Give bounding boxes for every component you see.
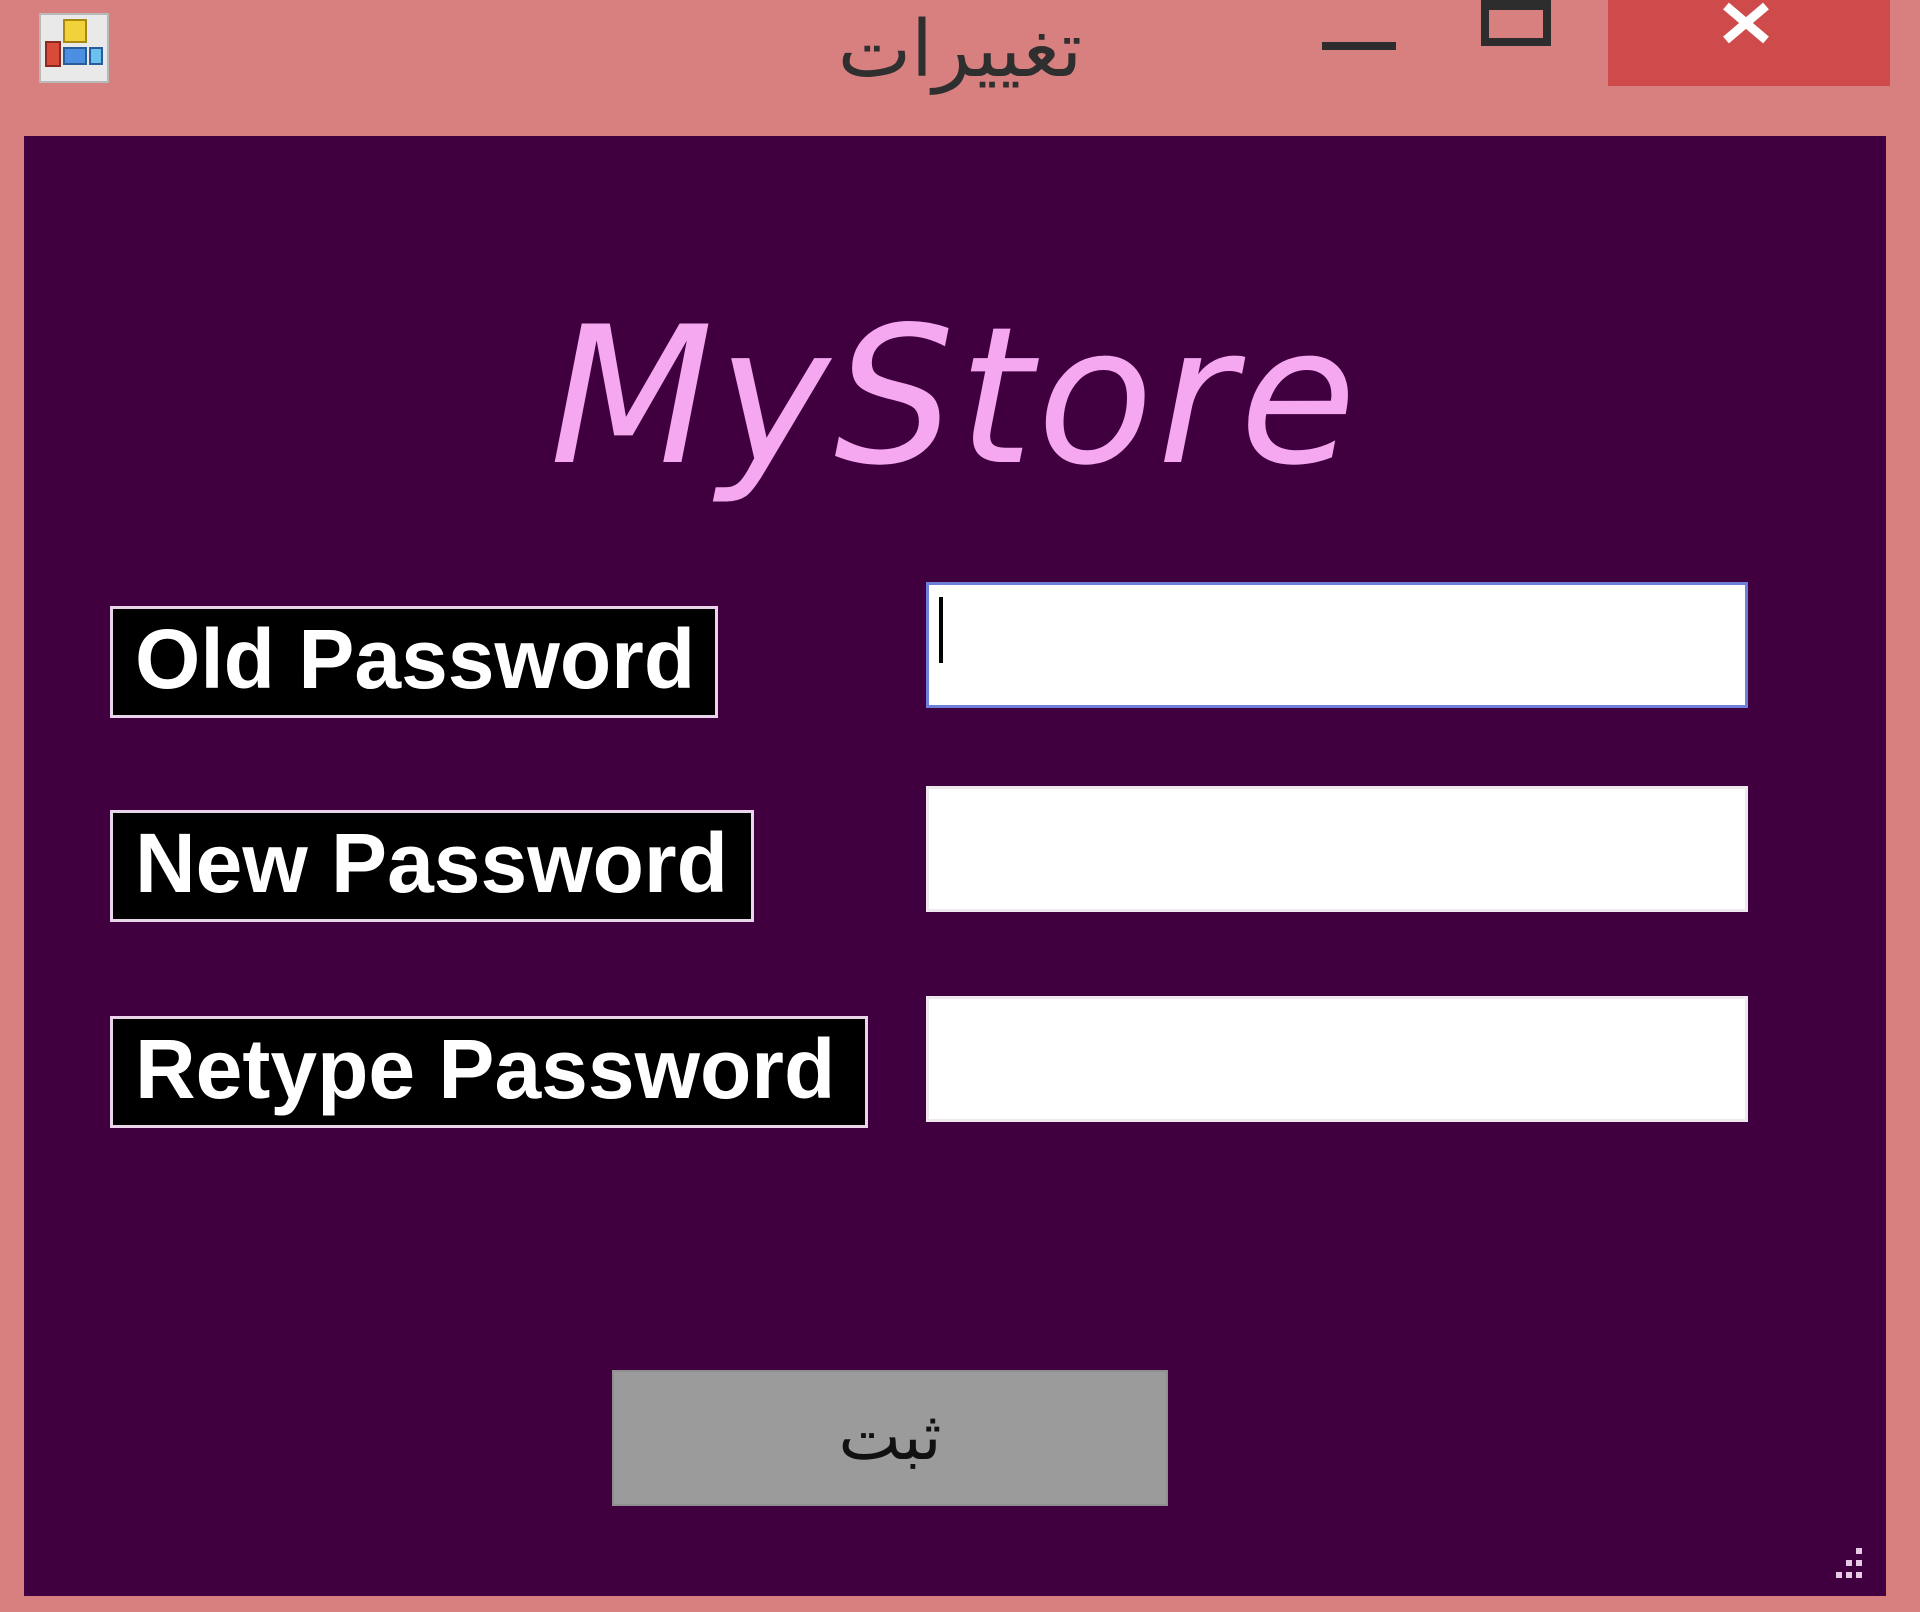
old-password-field[interactable] xyxy=(926,582,1748,708)
resize-grip-icon[interactable] xyxy=(1826,1542,1870,1586)
password-change-window: تغييرات MyStore Old Password New Passwor… xyxy=(0,0,1920,1612)
store-logo: MyStore xyxy=(549,286,1361,507)
new-password-field[interactable] xyxy=(926,786,1748,912)
retype-password-label: Retype Password xyxy=(110,1016,868,1128)
submit-button[interactable]: ثبت xyxy=(612,1370,1168,1506)
title-bar[interactable]: تغييرات xyxy=(0,0,1920,138)
new-password-label: New Password xyxy=(110,810,754,922)
maximize-button[interactable] xyxy=(1455,0,1575,86)
minimize-button[interactable] xyxy=(1300,0,1420,86)
text-caret xyxy=(939,597,943,663)
client-area: MyStore Old Password New Password Retype… xyxy=(24,136,1886,1596)
retype-password-field[interactable] xyxy=(926,996,1748,1122)
close-icon xyxy=(1723,2,1769,44)
close-button[interactable] xyxy=(1608,0,1890,86)
old-password-label: Old Password xyxy=(110,606,718,718)
